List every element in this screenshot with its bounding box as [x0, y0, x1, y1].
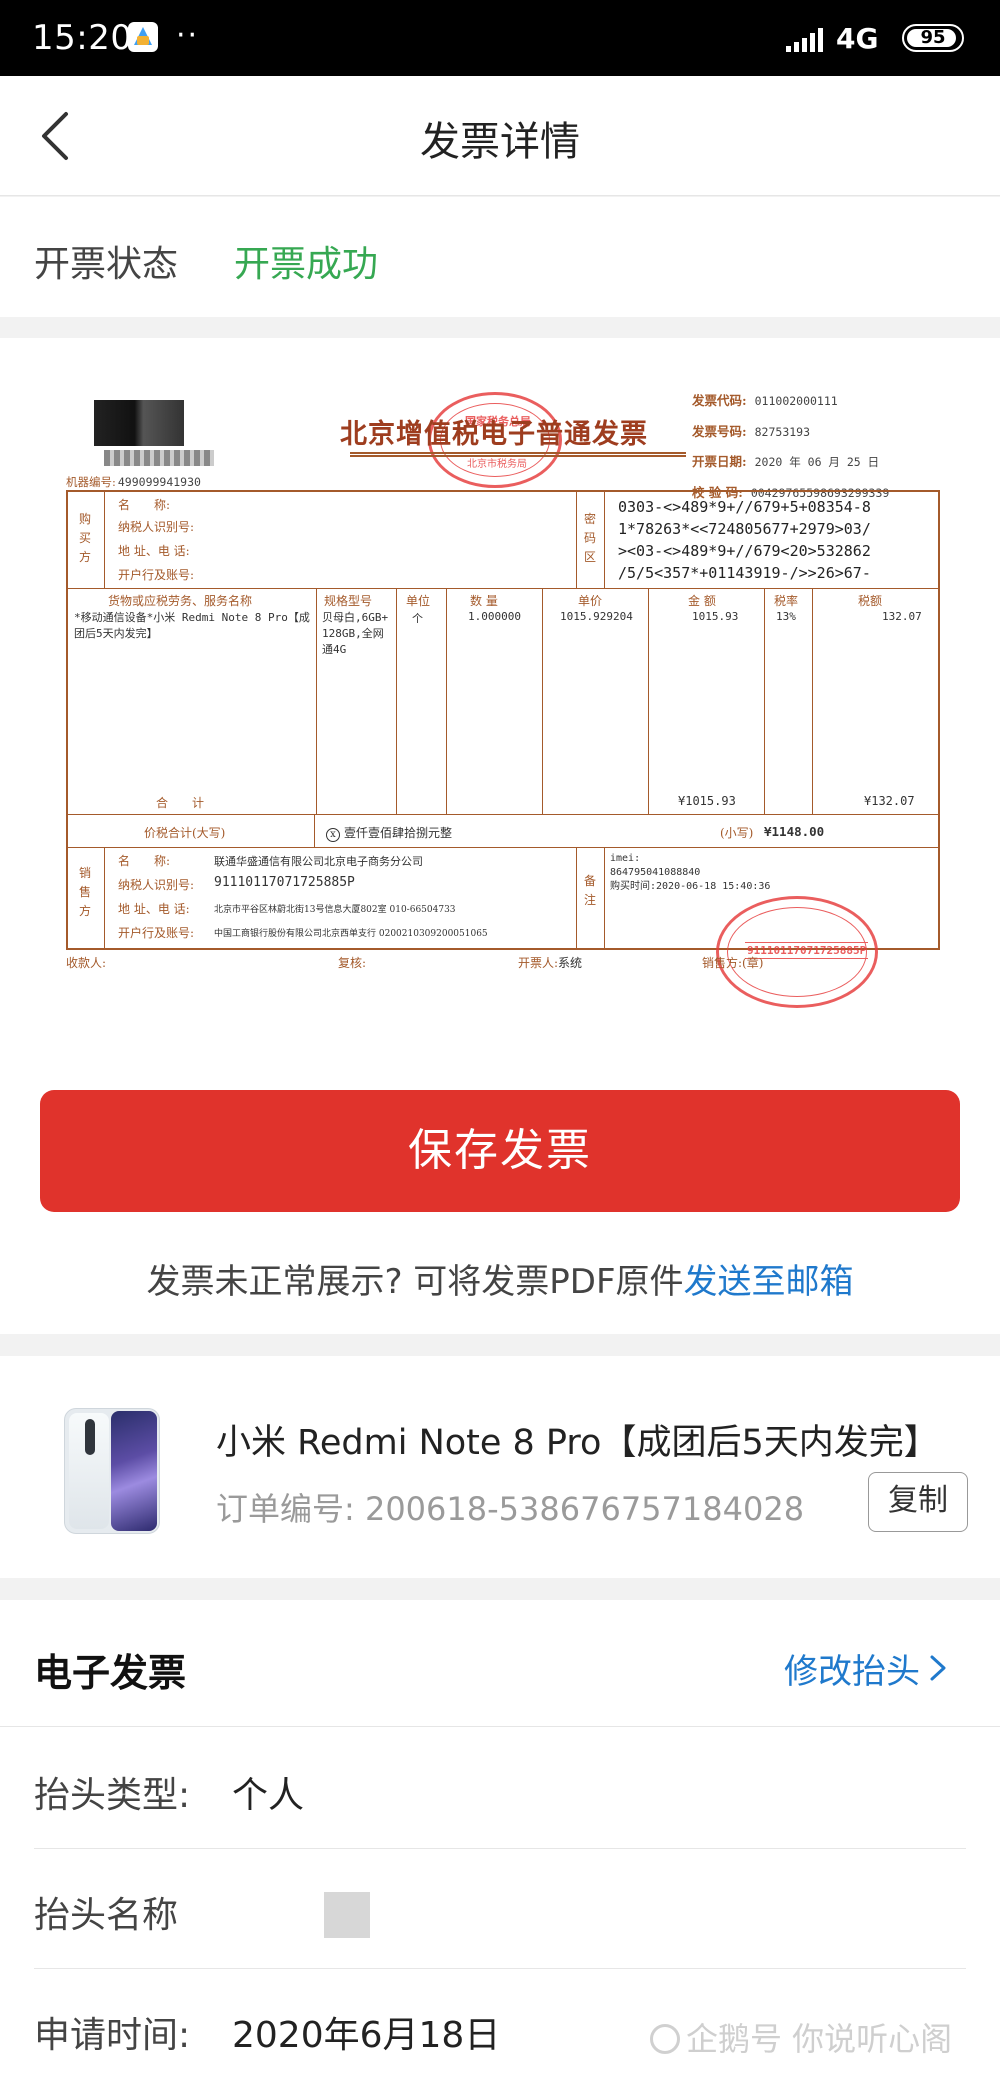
notification-dots: ·· [176, 18, 200, 53]
divider [0, 1726, 1000, 1727]
invoice-status-label: 开票状态 [34, 244, 179, 285]
header-type-value: 个人 [232, 1775, 305, 1816]
invoice-status-row: 开票状态 开票成功 [0, 197, 1000, 317]
total-tax: ¥132.07 [864, 794, 915, 808]
signal-icon [786, 28, 826, 52]
save-invoice-button[interactable]: 保存发票 [40, 1090, 960, 1212]
header-name-label: 抬头名称 [34, 1895, 179, 1936]
edit-header-link[interactable]: 修改抬头 [784, 1644, 948, 1693]
remark-text: imei: 864795041088840 购买时间:2020-06-18 15… [610, 853, 771, 892]
seller-sign-label: 销售方:(章) [702, 956, 764, 970]
nav-bar: 发票详情 [0, 76, 1000, 196]
send-to-email-link[interactable]: 发送至邮箱 [684, 1262, 854, 1302]
invoice-table: 购买方 名 称: 纳税人识别号: 地 址、电 话: 开户行及账号: 密码区 03… [66, 490, 940, 950]
hint-text: 发票未正常展示? 可将发票PDF原件 [146, 1262, 684, 1302]
reviewer-label: 复核: [338, 956, 367, 970]
total-amount: ¥1015.93 [678, 794, 736, 808]
blurred-region [180, 1872, 210, 1942]
e-invoice-title: 电子发票 [34, 1651, 187, 1695]
item-tax: 132.07 [882, 610, 922, 623]
invoice-title: 北京增值税电子普通发票 [340, 419, 648, 450]
item-qty: 1.000000 [468, 610, 521, 623]
header-type-label: 抬头类型: [34, 1775, 191, 1816]
remark-side-label: 备注 [583, 874, 596, 907]
invoice-image[interactable]: 国家税务总局 北京市税务局 北京增值税电子普通发票 发票代码: 011002000… [66, 386, 940, 1008]
app-notification-icon [128, 22, 158, 52]
battery-icon: 95 [902, 24, 964, 52]
item-spec: 贝母白,6GB+128GB,全网通4G [322, 611, 389, 656]
penguin-logo-icon [650, 2024, 680, 2054]
item-amount: 1015.93 [692, 610, 739, 623]
status-bar: 15:20 ·· 4G 95 [0, 0, 1000, 76]
e-invoice-section: 电子发票 修改抬头 抬头类型: 个人 抬头名称 申请时间: 2020年6月18日 [0, 1600, 1000, 2078]
page-title: 发票详情 [420, 119, 580, 165]
product-thumbnail[interactable] [64, 1408, 160, 1534]
order-number: 订单编号: 200618-538676757184028 [216, 1490, 805, 1528]
drawer-label: 开票人:系统 [518, 956, 583, 970]
seller-seal: 91110117071725885P [716, 896, 878, 1008]
order-product-card: 小米 Redmi Note 8 Pro【成团后5天内发完】 订单编号: 2006… [0, 1356, 1000, 1578]
redacted-name [324, 1892, 370, 1938]
blurred-logo-caption [104, 450, 214, 466]
item-rate: 13% [776, 610, 796, 623]
product-name: 小米 Redmi Note 8 Pro【成团后5天内发完】 [216, 1423, 939, 1463]
status-time: 15:20 [32, 18, 133, 58]
grand-total-upper: x 壹仟壹佰肆拾捌元整 [326, 824, 452, 842]
cipher-area: 0303-<>489*9+//679+5+08354-8 1*78263*<<7… [618, 498, 871, 582]
seller-side-label: 销售方 [78, 866, 91, 918]
item-unit: 个 [412, 612, 423, 625]
apply-time-label: 申请时间: [34, 2015, 191, 2056]
display-issue-hint: 发票未正常展示? 可将发票PDF原件发送至邮箱 [0, 1254, 1000, 1303]
chevron-right-icon [930, 1655, 946, 1681]
payee-label: 收款人: [66, 956, 107, 970]
invoice-status-value: 开票成功 [234, 244, 379, 285]
machine-number: 机器编号: 499099941930 [66, 475, 201, 489]
copy-order-number-button[interactable]: 复制 [868, 1472, 968, 1532]
network-type: 4G [836, 22, 879, 55]
cipher-side-label: 密码区 [583, 512, 596, 564]
divider [34, 1848, 966, 1849]
item-price: 1015.929204 [560, 610, 633, 623]
watermark: 企鹅号 你说听心阁 [650, 2014, 952, 2060]
battery-level: 95 [920, 27, 946, 48]
divider [34, 1968, 966, 1969]
item-name: *移动通信设备*小米 Redmi Note 8 Pro【成团后5天内发完】 [74, 611, 310, 640]
grand-total-small: ¥1148.00 [764, 824, 825, 839]
blurred-logo [94, 400, 184, 446]
apply-time-value: 2020年6月18日 [232, 2015, 501, 2056]
edit-header-label: 修改抬头 [784, 1652, 920, 1692]
invoice-preview-card: 国家税务总局 北京市税务局 北京增值税电子普通发票 发票代码: 011002000… [0, 338, 1000, 1334]
buyer-side-label: 购买方 [78, 512, 91, 564]
title-underline [350, 452, 686, 457]
